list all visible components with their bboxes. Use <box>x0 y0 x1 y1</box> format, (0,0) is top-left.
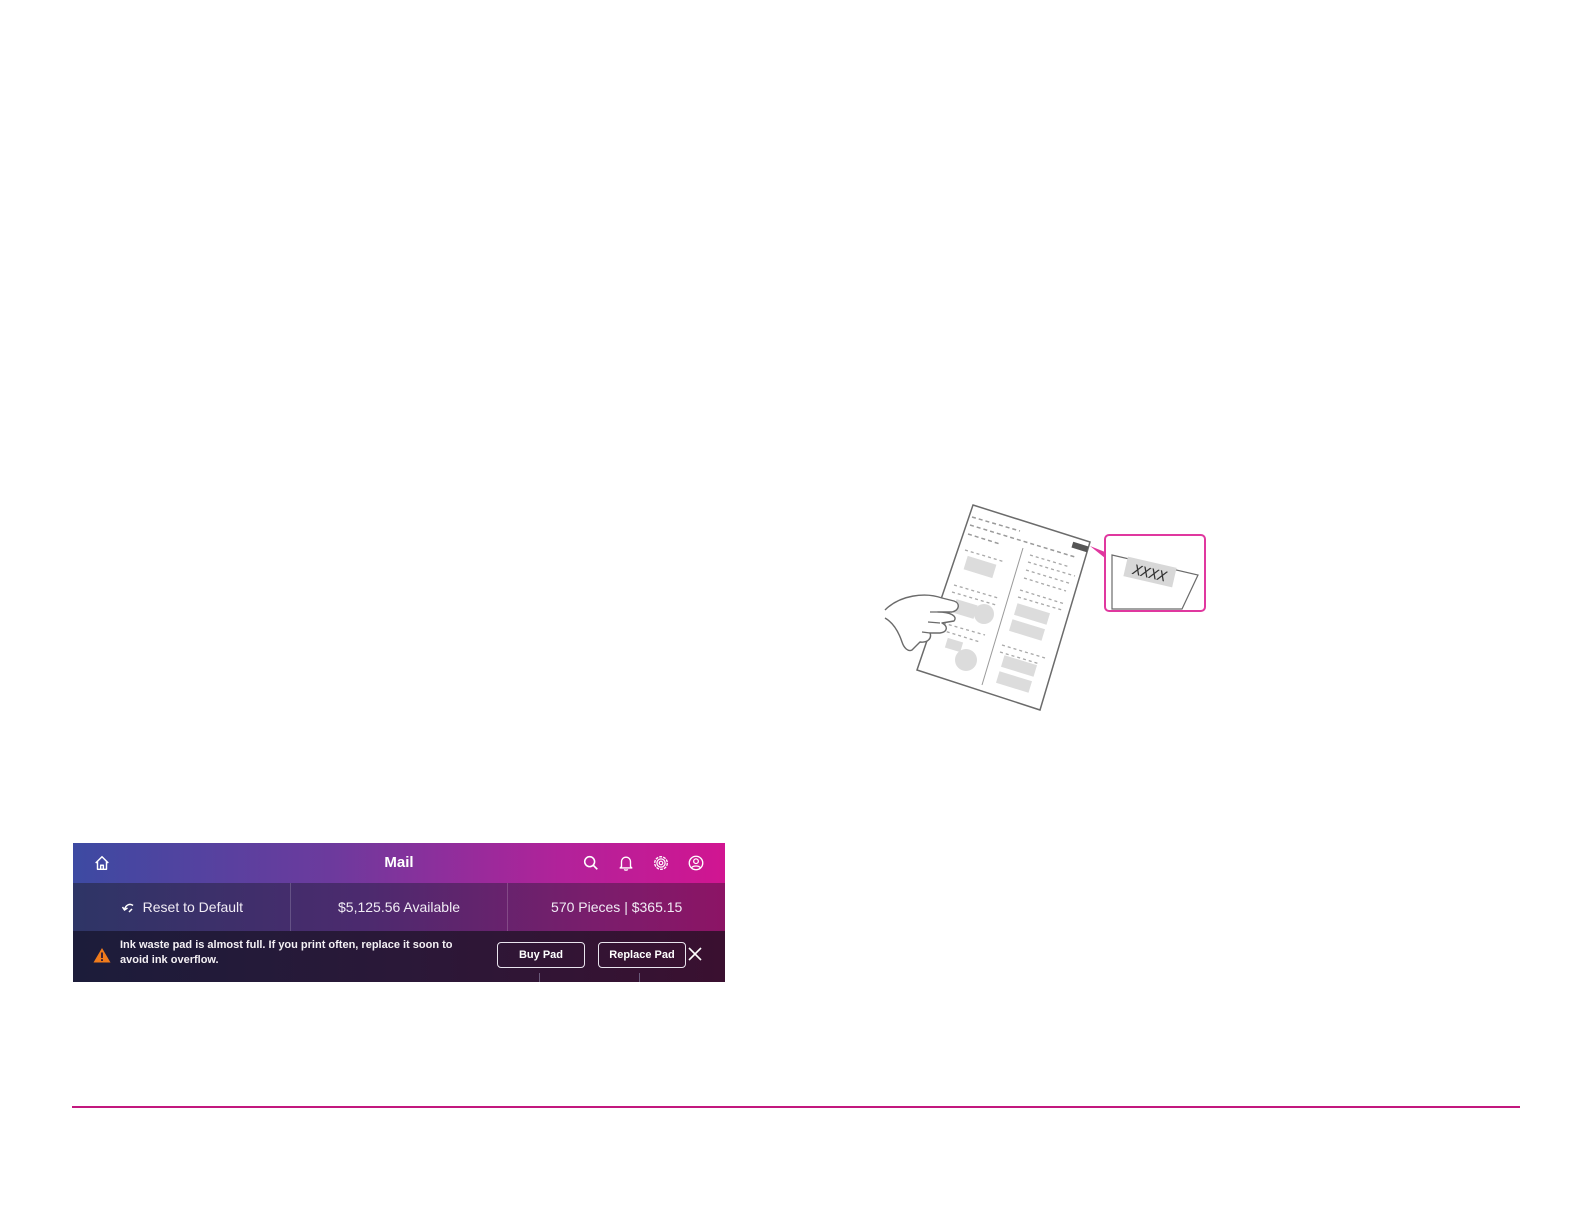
close-icon[interactable] <box>687 946 703 962</box>
page-divider <box>72 1106 1520 1108</box>
available-funds: $5,125.56 Available <box>291 883 509 931</box>
search-icon[interactable] <box>580 852 602 874</box>
bell-icon[interactable] <box>615 852 637 874</box>
report-illustration: XXXX <box>880 500 1210 715</box>
buy-pad-button[interactable]: Buy Pad <box>497 942 585 968</box>
account-icon[interactable] <box>685 852 707 874</box>
reset-label: Reset to Default <box>142 899 244 915</box>
device-ui-panel: Mail Reset to Default $5,125.56 Availabl… <box>73 843 725 982</box>
gear-icon[interactable] <box>650 852 672 874</box>
tick-mark <box>539 973 540 982</box>
alert-message: Ink waste pad is almost full. If you pri… <box>120 939 453 966</box>
tick-mark <box>639 973 640 982</box>
pieces-label: 570 Pieces | $365.15 <box>551 899 683 915</box>
replace-pad-button[interactable]: Replace Pad <box>598 942 686 968</box>
info-bar: Reset to Default $5,125.56 Available 570… <box>73 883 725 931</box>
top-bar: Mail <box>73 843 725 883</box>
hand-holding-report-icon: XXXX <box>884 504 1206 711</box>
available-label: $5,125.56 Available <box>338 899 460 915</box>
alert-banner: Ink waste pad is almost full. If you pri… <box>73 931 725 982</box>
warning-icon <box>93 948 111 963</box>
reset-icon <box>121 903 134 913</box>
reset-to-default-button[interactable]: Reset to Default <box>73 883 291 931</box>
pieces-summary: 570 Pieces | $365.15 <box>508 883 725 931</box>
